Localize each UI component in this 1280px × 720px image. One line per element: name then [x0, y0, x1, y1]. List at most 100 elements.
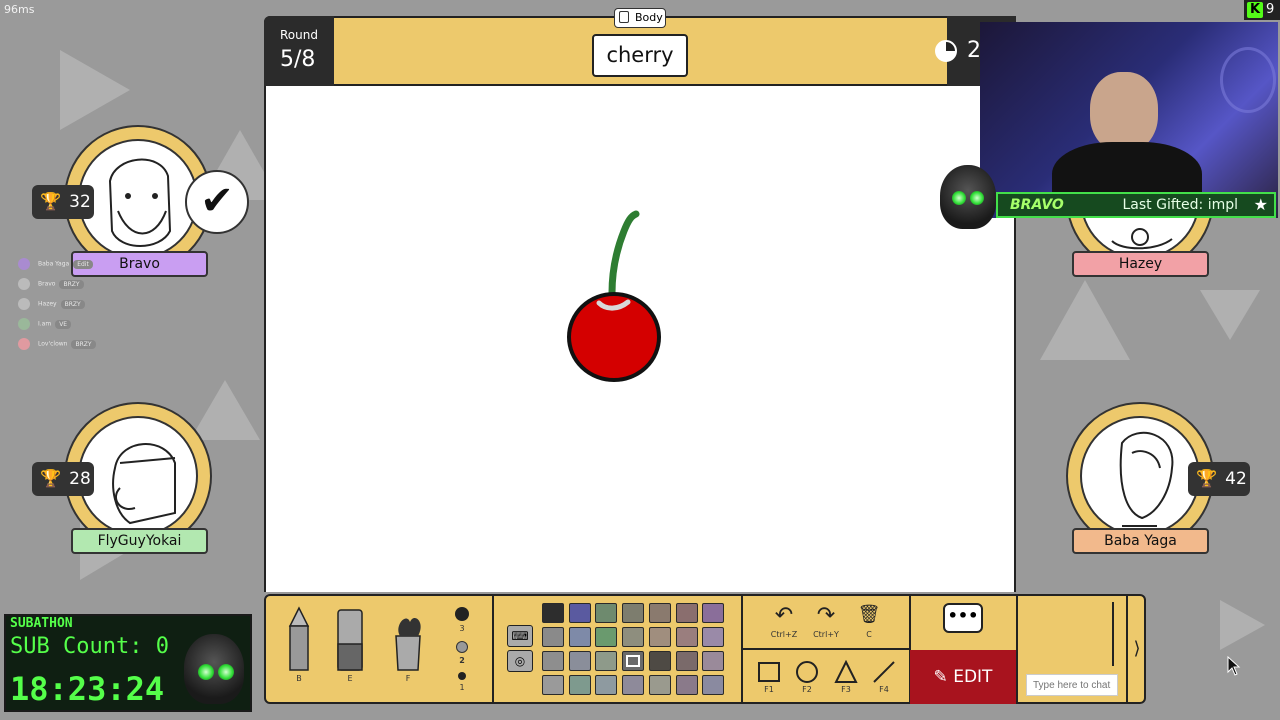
color-swatch[interactable] — [702, 675, 725, 695]
rectangle-icon[interactable] — [758, 662, 780, 682]
player-score-baba-yaga: 🏆 42 — [1188, 462, 1250, 496]
color-swatch[interactable] — [648, 603, 671, 623]
fill-tool[interactable]: F — [388, 608, 428, 683]
keyboard-icon[interactable]: ⌨ — [507, 625, 533, 647]
brush-size-label: 2 — [459, 656, 465, 665]
drawing-canvas[interactable] — [264, 86, 1016, 592]
color-swatch[interactable] — [568, 627, 591, 647]
color-swatch[interactable] — [648, 651, 671, 671]
webcam-feed — [980, 22, 1278, 218]
circle-shortcut: F2 — [802, 685, 812, 694]
document-icon — [619, 11, 629, 23]
star-icon: ★ — [1253, 195, 1268, 214]
triangle-icon[interactable] — [834, 660, 858, 684]
brush-size-small[interactable] — [458, 672, 466, 680]
color-swatch[interactable] — [622, 603, 645, 623]
mini-list-item: I.am VE — [18, 318, 72, 330]
paint-bucket-icon — [395, 617, 421, 671]
bg-triangle — [1220, 600, 1265, 650]
redo-shortcut: Ctrl+Y — [813, 630, 839, 639]
undo-shortcut: Ctrl+Z — [770, 630, 798, 639]
timer-value: 2 — [967, 38, 981, 63]
chat-scrollbar[interactable] — [1112, 602, 1114, 666]
color-swatch[interactable] — [595, 627, 618, 647]
player-name-baba-yaga: Baba Yaga — [1072, 528, 1209, 554]
color-swatch[interactable] — [648, 627, 671, 647]
drawing-svg — [567, 210, 661, 382]
player-score-bravo: 🏆 32 — [32, 185, 94, 219]
mini-list-item: Baba Yaga Edit — [18, 258, 93, 270]
timer-icon — [935, 40, 957, 62]
color-swatch[interactable] — [542, 627, 564, 647]
subathon-timer: 18:23:24 — [10, 670, 165, 708]
color-swatch[interactable] — [675, 603, 698, 623]
avatar-drawing — [1080, 416, 1200, 536]
pencil-icon: ✎ — [933, 667, 954, 687]
color-swatch[interactable] — [622, 651, 645, 671]
color-picker-icon[interactable]: ◎ — [507, 650, 533, 672]
trophy-icon: 🏆 — [40, 192, 62, 212]
color-swatch[interactable] — [622, 675, 645, 695]
chat-bubble-icon[interactable]: ••• — [943, 603, 983, 633]
subathon-widget: SUBATHON SUB Count: 0 18:23:24 — [4, 614, 252, 712]
color-swatch[interactable] — [675, 627, 698, 647]
face-doodle-icon — [112, 443, 176, 525]
toolbar-divider — [1016, 594, 1018, 704]
color-swatch[interactable] — [675, 675, 698, 695]
skull-mascot-icon — [940, 165, 996, 229]
clear-shortcut: C — [866, 630, 872, 639]
avatar-drawing — [78, 139, 198, 259]
color-swatch[interactable] — [622, 627, 645, 647]
target-word: cherry — [592, 34, 688, 77]
color-swatch[interactable] — [675, 651, 698, 671]
toolbar-divider — [492, 594, 494, 704]
brush-size-large[interactable] — [455, 607, 469, 621]
ping-readout: 96ms — [4, 3, 35, 16]
color-swatch[interactable] — [595, 651, 618, 671]
toolbar-divider — [741, 648, 910, 650]
brush-size-label: 3 — [459, 624, 465, 633]
eraser-icon — [337, 609, 363, 671]
pencil-icon — [288, 606, 310, 671]
logo-emblem — [1220, 47, 1276, 113]
color-swatch[interactable] — [702, 627, 725, 647]
color-swatch[interactable] — [542, 603, 564, 623]
color-swatch[interactable] — [568, 651, 591, 671]
avatar-drawing — [78, 416, 198, 536]
face-doodle-icon — [1119, 431, 1174, 527]
sub-count: SUB Count: 0 — [10, 634, 169, 659]
player-score-flyguyyokai: 🏆 28 — [32, 462, 94, 496]
eraser-tool[interactable]: E — [336, 608, 364, 683]
circle-icon[interactable] — [796, 661, 818, 683]
mini-list-item: Hazey BRZY — [18, 298, 85, 310]
triangle-shortcut: F3 — [841, 685, 851, 694]
cherry-stem — [608, 210, 640, 297]
brush-size-medium[interactable] — [456, 641, 468, 653]
color-swatch[interactable] — [568, 603, 591, 623]
color-swatch[interactable] — [702, 651, 725, 671]
bg-triangle — [1200, 290, 1260, 340]
player-name-hazey: Hazey — [1072, 251, 1209, 277]
edit-button[interactable]: ✎ EDIT — [910, 650, 1016, 704]
chat-input[interactable] — [1026, 674, 1118, 696]
pencil-tool[interactable]: B — [286, 606, 312, 683]
color-swatch[interactable] — [568, 675, 591, 695]
skull-mascot-icon — [184, 634, 244, 704]
color-swatch[interactable] — [702, 603, 725, 623]
rectangle-shortcut: F1 — [764, 685, 774, 694]
collapse-chevron-icon[interactable]: ⟩ — [1126, 594, 1146, 704]
gifted-text: Last Gifted: impl — [1122, 197, 1239, 213]
gifted-name: BRAVO — [1010, 197, 1064, 213]
line-icon[interactable] — [872, 660, 896, 684]
color-swatch[interactable] — [542, 651, 564, 671]
color-swatch[interactable] — [542, 675, 564, 695]
color-swatch[interactable] — [595, 603, 618, 623]
round-value: 5/8 — [280, 47, 316, 72]
color-swatch[interactable] — [648, 675, 671, 695]
undo-icon[interactable]: ↶ — [770, 603, 798, 628]
redo-icon[interactable]: ↷ — [812, 603, 840, 628]
trash-icon[interactable]: 🗑 — [856, 604, 882, 625]
color-swatch[interactable] — [595, 675, 618, 695]
last-gifted-banner: BRAVO Last Gifted: impl ★ — [996, 192, 1276, 218]
bg-triangle — [60, 50, 130, 130]
